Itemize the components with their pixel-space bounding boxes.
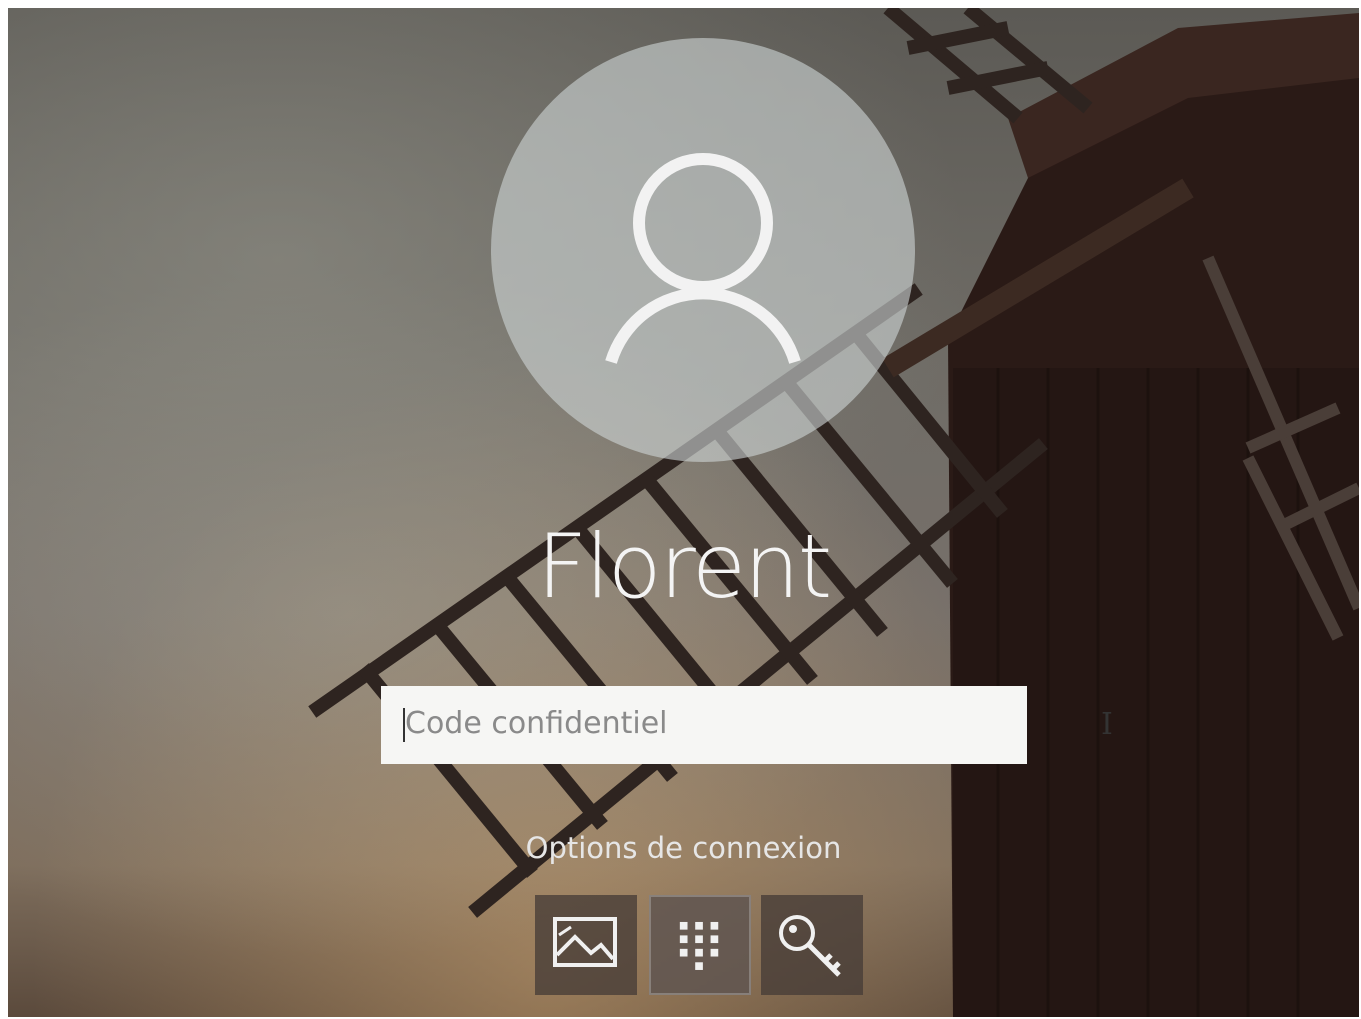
pin-signin-button[interactable] [649, 895, 751, 995]
picture-password-button[interactable] [535, 895, 637, 995]
user-avatar [491, 38, 915, 462]
sign-in-options-link[interactable]: Options de connexion [8, 830, 1359, 866]
person-icon [605, 153, 801, 364]
key-icon [779, 915, 841, 977]
user-name: Florent [536, 515, 833, 618]
lock-screen: Florent Code confidentiel I Options de c… [8, 8, 1359, 1017]
pin-keypad-icon [679, 921, 719, 970]
picture-password-icon [553, 917, 617, 967]
password-signin-button[interactable] [761, 895, 863, 995]
pin-input-placeholder: Code confidentiel [405, 706, 668, 741]
pin-input[interactable]: Code confidentiel I [381, 686, 1113, 764]
text-cursor-icon: I [1101, 707, 1113, 742]
